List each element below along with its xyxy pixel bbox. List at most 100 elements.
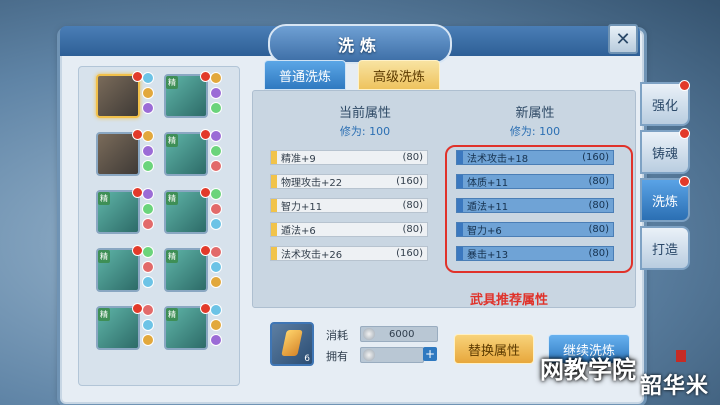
attribute-name: 遁法+6 [281, 226, 316, 237]
gem-orb-icon [142, 87, 154, 99]
gem-orb-icon [142, 130, 154, 142]
attribute-cap: (80) [402, 200, 423, 211]
recommended-highlight-box [445, 145, 633, 273]
quality-badge: 精 [166, 250, 178, 263]
notification-dot [679, 176, 690, 187]
gem-sockets [142, 130, 154, 172]
current-attribute-row: 法术攻击+26 (160) [270, 246, 428, 261]
gem-sockets [142, 304, 154, 346]
side-tab-label: 强化 [651, 98, 678, 114]
equipment-slot[interactable]: 精 [96, 187, 143, 234]
quality-badge: 精 [98, 308, 110, 321]
gem-orb-icon [142, 145, 154, 157]
gem-orb-icon [210, 334, 222, 346]
watermark-seal [676, 350, 686, 362]
equipment-slot[interactable]: 精 [96, 303, 143, 350]
consume-value: 6000 [389, 328, 415, 340]
gem-orb-icon [142, 319, 154, 331]
quality-badge: 精 [98, 250, 110, 263]
gem-orb-icon [210, 203, 222, 215]
side-tab-craft[interactable]: 打造 [640, 226, 690, 270]
quality-badge: 精 [166, 134, 178, 147]
gem-orb-icon [142, 102, 154, 114]
side-tab-label: 洗炼 [651, 194, 678, 210]
silver-coin-icon [363, 349, 375, 361]
tab-normal-refine[interactable]: 普通洗炼 [264, 60, 347, 90]
current-attribute-row: 精准+9 (80) [270, 150, 428, 165]
attribute-cap: (80) [402, 152, 423, 163]
gem-orb-icon [210, 276, 222, 288]
attribute-cap: (80) [402, 224, 423, 235]
attribute-name: 法术攻击+26 [281, 250, 343, 261]
side-tab-refine[interactable]: 洗炼 [640, 176, 690, 222]
refine-stone-item[interactable]: 6 [270, 322, 314, 366]
own-bar [360, 347, 424, 363]
gem-sockets [210, 130, 222, 172]
gem-sockets [210, 188, 222, 230]
gem-orb-icon [210, 87, 222, 99]
close-button[interactable]: ✕ [608, 24, 638, 54]
equipment-slot[interactable]: 精 [164, 187, 211, 234]
gem-orb-icon [142, 203, 154, 215]
gem-orb-icon [142, 276, 154, 288]
gem-orb-icon [210, 145, 222, 157]
gem-sockets [142, 72, 154, 114]
current-attribute-row: 智力+11 (80) [270, 198, 428, 213]
crystal-icon [281, 330, 303, 356]
side-tab-enhance[interactable]: 强化 [640, 80, 690, 126]
gem-orb-icon [210, 218, 222, 230]
gem-orb-icon [210, 130, 222, 142]
side-tab-label: 铸魂 [651, 146, 678, 162]
quality-badge: 精 [166, 308, 178, 321]
gem-orb-icon [210, 319, 222, 331]
gem-orb-icon [142, 188, 154, 200]
current-attribute-row: 遁法+6 (80) [270, 222, 428, 237]
gem-orb-icon [142, 160, 154, 172]
gem-orb-icon [210, 261, 222, 273]
gem-sockets [142, 246, 154, 288]
gem-orb-icon [210, 304, 222, 316]
equipment-slot[interactable]: 精 [164, 71, 211, 118]
attribute-name: 物理攻击+22 [281, 178, 343, 189]
gem-orb-icon [142, 304, 154, 316]
gem-orb-icon [142, 246, 154, 258]
equipment-slot[interactable] [96, 71, 143, 118]
equipment-slot[interactable] [96, 129, 143, 176]
attribute-name: 精准+9 [281, 154, 316, 165]
attribute-cap: (160) [396, 176, 423, 187]
current-attributes-title: 当前属性 [338, 106, 391, 121]
gem-sockets [210, 246, 222, 288]
replace-attributes-button[interactable]: 替换属性 [454, 334, 534, 364]
own-label: 拥有 [326, 350, 348, 363]
watermark-site: 韶华米 [640, 374, 710, 399]
quality-badge: 精 [98, 192, 110, 205]
silver-coin-icon [363, 328, 375, 340]
gem-orb-icon [142, 72, 154, 84]
side-tab-soulcast[interactable]: 铸魂 [640, 128, 690, 174]
new-attributes-title: 新属性 [515, 106, 555, 121]
equipment-slot[interactable]: 精 [164, 303, 211, 350]
new-cultivation: 修为: 100 [509, 125, 561, 138]
item-count: 6 [304, 354, 310, 364]
notification-dot [679, 128, 690, 139]
gem-orb-icon [142, 218, 154, 230]
notification-dot [679, 80, 690, 91]
gem-orb-icon [210, 188, 222, 200]
gem-orb-icon [142, 261, 154, 273]
equipment-slot[interactable]: 精 [96, 245, 143, 292]
gem-sockets [142, 188, 154, 230]
tab-advanced-refine[interactable]: 高级洗炼 [358, 60, 441, 90]
consume-bar: 6000 [360, 326, 438, 342]
quality-badge: 精 [166, 76, 178, 89]
gem-sockets [210, 304, 222, 346]
equipment-slot[interactable]: 精 [164, 245, 211, 292]
quality-badge: 精 [166, 192, 178, 205]
recommended-attributes-label: 武具推荐属性 [470, 293, 549, 308]
watermark-logo: 网教学院 [540, 355, 636, 384]
gem-orb-icon [210, 102, 222, 114]
gem-sockets [210, 72, 222, 114]
attribute-cap: (160) [396, 248, 423, 259]
add-currency-button[interactable]: + [423, 347, 437, 361]
equipment-slot[interactable]: 精 [164, 129, 211, 176]
attribute-name: 智力+11 [281, 202, 323, 213]
